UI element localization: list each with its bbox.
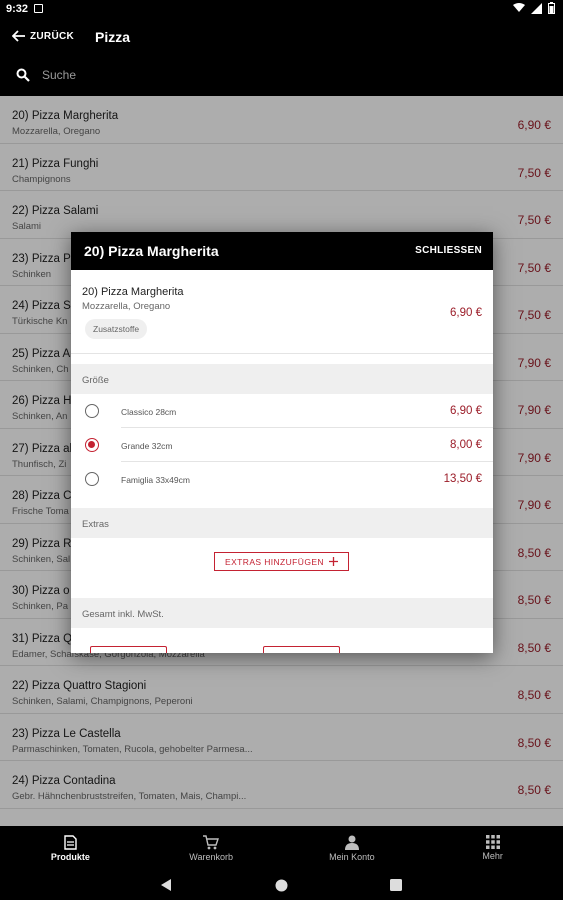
- nav-warenkorb[interactable]: Warenkorb: [141, 826, 282, 870]
- size-label: Classico 28cm: [121, 407, 177, 417]
- app-header: ZURÜCK Pizza: [0, 20, 563, 96]
- radio-grande[interactable]: [85, 438, 99, 452]
- signal-icon: [531, 2, 542, 14]
- dialog-header: 20) Pizza Margherita SCHLIESSEN: [71, 232, 493, 270]
- wifi-icon: [513, 3, 525, 12]
- total-section-header: Gesamt inkl. MwSt.: [71, 598, 493, 628]
- nav-mein-konto[interactable]: Mein Konto: [282, 826, 423, 870]
- nav-label: Mehr: [482, 851, 503, 861]
- add-extras-label: EXTRAS HINZUFÜGEN: [225, 556, 324, 567]
- grid-icon: [485, 835, 500, 849]
- status-icons: [513, 2, 555, 14]
- extras-section-label: Extras: [82, 519, 109, 530]
- size-price: 6,90 €: [450, 405, 482, 417]
- nav-mehr[interactable]: Mehr: [422, 826, 563, 870]
- battery-icon: [548, 2, 555, 14]
- status-bar: 9:32: [0, 0, 563, 20]
- radio-classico[interactable]: [85, 404, 99, 418]
- back-triangle-icon[interactable]: [160, 878, 172, 892]
- bottom-navigation: Produkte Warenkorb Mein Konto Mehr: [0, 826, 563, 870]
- search-icon: [16, 68, 30, 82]
- arrow-left-icon: [12, 30, 25, 42]
- product-dialog: 20) Pizza Margherita SCHLIESSEN 20) Pizz…: [71, 232, 493, 653]
- size-price: 8,00 €: [450, 439, 482, 451]
- document-icon: [64, 834, 77, 850]
- close-button[interactable]: SCHLIESSEN: [415, 245, 482, 256]
- page-title: Pizza: [95, 29, 131, 45]
- size-label: Grande 32cm: [121, 441, 173, 451]
- recents-square-icon[interactable]: [390, 879, 402, 891]
- plus-icon: [328, 557, 338, 566]
- back-button[interactable]: ZURÜCK: [12, 30, 74, 42]
- size-label: Famiglia 33x49cm: [121, 475, 190, 485]
- dialog-product-name: 20) Pizza Margherita: [82, 286, 184, 298]
- size-option-grande[interactable]: Grande 32cm 8,00 €: [71, 428, 493, 462]
- size-section-header: Größe: [71, 364, 493, 394]
- dialog-title: 20) Pizza Margherita: [84, 243, 219, 259]
- nav-label: Produkte: [50, 851, 90, 862]
- additives-chip[interactable]: Zusatzstoffe: [85, 319, 148, 339]
- person-icon: [344, 835, 359, 850]
- dialog-product-price: 6,90 €: [450, 307, 482, 319]
- search-input[interactable]: [42, 68, 342, 82]
- notification-icon: [34, 4, 43, 13]
- size-option-classico[interactable]: Classico 28cm 6,90 €: [71, 394, 493, 428]
- radio-famiglia[interactable]: [85, 472, 99, 486]
- size-price: 13,50 €: [443, 473, 482, 485]
- system-navigation: [0, 870, 563, 900]
- add-to-cart-button[interactable]: [263, 646, 340, 653]
- add-extras-button[interactable]: EXTRAS HINZUFÜGEN: [214, 552, 349, 571]
- quantity-control[interactable]: [90, 646, 167, 653]
- nav-label: Mein Konto: [329, 851, 375, 862]
- total-section-label: Gesamt inkl. MwSt.: [82, 609, 164, 620]
- dialog-product-desc: Mozzarella, Oregano: [82, 301, 171, 312]
- extras-section-header: Extras: [71, 508, 493, 538]
- nav-label: Warenkorb: [189, 851, 233, 862]
- size-section-label: Größe: [82, 375, 109, 386]
- back-label: ZURÜCK: [30, 30, 75, 42]
- nav-produkte[interactable]: Produkte: [0, 826, 141, 870]
- dialog-product-info: 20) Pizza Margherita Mozzarella, Oregano…: [71, 270, 493, 354]
- status-time: 9:32: [6, 3, 29, 15]
- home-circle-icon[interactable]: [275, 879, 288, 892]
- search-bar: [16, 68, 342, 82]
- size-option-famiglia[interactable]: Famiglia 33x49cm 13,50 €: [71, 462, 493, 496]
- cart-icon: [203, 834, 220, 849]
